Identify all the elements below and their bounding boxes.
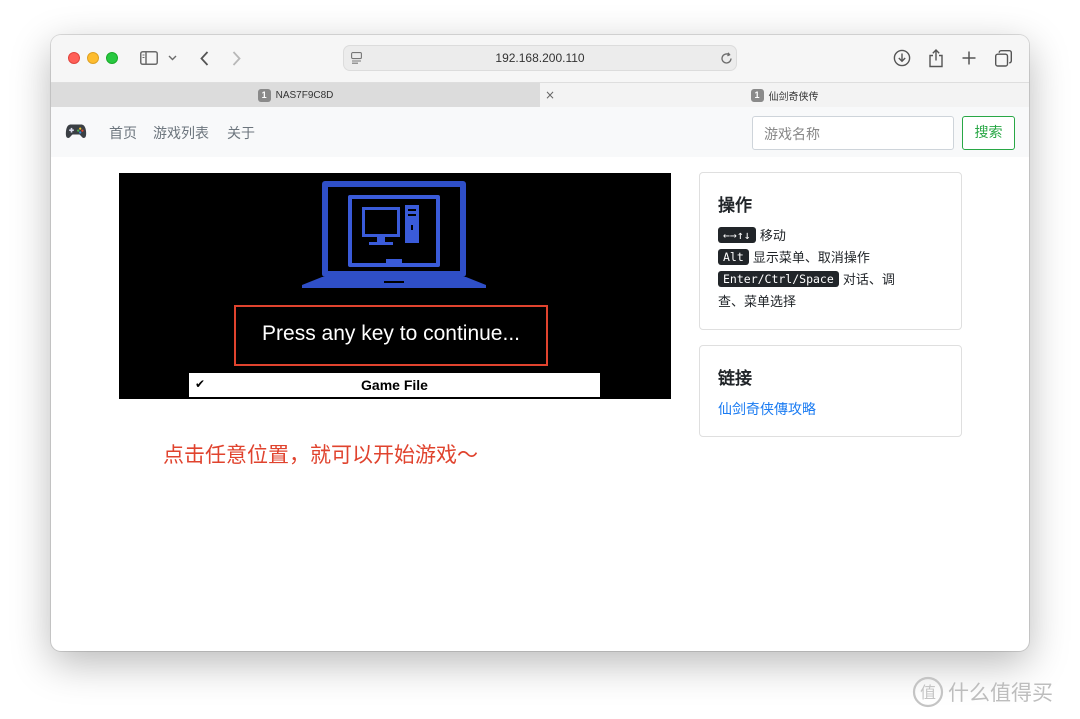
guide-link[interactable]: 仙剑奇侠傳攻略 bbox=[718, 399, 816, 419]
new-tab-icon[interactable] bbox=[959, 47, 979, 69]
control-desc: 显示菜单、取消操作 bbox=[752, 251, 870, 266]
watermark: 值 什么值得买 bbox=[912, 675, 1053, 709]
start-hint-text: 点击任意位置，就可以开始游戏～ bbox=[163, 443, 478, 467]
zoom-window-button[interactable] bbox=[106, 52, 118, 64]
control-desc: 移动 bbox=[759, 229, 786, 244]
close-tab-icon[interactable]: × bbox=[545, 88, 555, 102]
control-desc-continued: 查、菜单选择 bbox=[718, 295, 797, 310]
key-alt: Alt bbox=[718, 249, 749, 265]
watermark-text: 什么值得买 bbox=[948, 681, 1053, 705]
game-canvas[interactable]: Press any key to continue... ✔ Game File bbox=[119, 173, 671, 399]
tab-overview-icon[interactable] bbox=[993, 47, 1013, 69]
computer-illustration-icon bbox=[302, 181, 486, 288]
nav-link-about[interactable]: 关于 bbox=[227, 123, 255, 143]
tab-bar: 1 NAS7F9C8D 1 仙剑奇侠传 × bbox=[51, 82, 1029, 107]
tab-label: 仙剑奇侠传 bbox=[768, 91, 819, 103]
controls-title: 操作 bbox=[718, 196, 752, 216]
control-desc: 对话、调 bbox=[842, 273, 895, 288]
close-window-button[interactable] bbox=[68, 52, 80, 64]
tab-badge: 1 bbox=[257, 88, 271, 102]
gamepad-icon[interactable] bbox=[65, 122, 87, 144]
game-file-label: Game File bbox=[361, 377, 428, 393]
search-button[interactable]: 搜索 bbox=[962, 116, 1015, 150]
svg-text:值: 值 bbox=[920, 683, 936, 702]
control-row: ←→↑↓ 移动 bbox=[718, 225, 786, 244]
screenshot-stage: 192.168.200.110 1 NAS7F9C8D 1 仙剑奇侠传 × 首页… bbox=[0, 0, 1080, 719]
search-input[interactable]: 游戏名称 bbox=[752, 116, 954, 150]
key-arrows: ←→↑↓ bbox=[718, 227, 756, 243]
minimize-window-button[interactable] bbox=[87, 52, 99, 64]
key-enter: Enter/Ctrl/Space bbox=[718, 271, 839, 287]
press-any-key-box[interactable]: Press any key to continue... bbox=[234, 305, 548, 366]
tab-game[interactable]: 1 仙剑奇侠传 bbox=[540, 83, 1029, 107]
tab-badge: 1 bbox=[750, 88, 764, 102]
sidebar-toggle-icon[interactable] bbox=[139, 47, 159, 69]
download-icon[interactable] bbox=[892, 47, 912, 69]
game-file-bar[interactable]: ✔ Game File bbox=[189, 373, 600, 397]
links-card: 链接 仙剑奇侠傳攻略 bbox=[699, 345, 962, 437]
url-text[interactable]: 192.168.200.110 bbox=[344, 51, 736, 65]
chevron-down-icon[interactable] bbox=[166, 47, 178, 69]
reload-icon[interactable] bbox=[719, 51, 733, 65]
site-navbar: 首页 游戏列表 关于 游戏名称 搜索 bbox=[51, 107, 1029, 157]
back-icon[interactable] bbox=[196, 47, 212, 69]
forward-icon[interactable] bbox=[228, 47, 244, 69]
controls-card: 操作 ←→↑↓ 移动 Alt 显示菜单、取消操作 Enter/Ctrl/Spac… bbox=[699, 172, 962, 330]
nav-link-home[interactable]: 首页 bbox=[109, 123, 137, 143]
links-title: 链接 bbox=[718, 369, 752, 389]
control-row: Enter/Ctrl/Space 对话、调 bbox=[718, 269, 895, 288]
address-bar[interactable]: 192.168.200.110 bbox=[343, 45, 737, 71]
press-any-key-text: Press any key to continue... bbox=[262, 322, 520, 345]
tab-nas[interactable]: 1 NAS7F9C8D bbox=[51, 83, 540, 107]
share-icon[interactable] bbox=[926, 47, 946, 69]
control-row: Alt 显示菜单、取消操作 bbox=[718, 247, 870, 266]
nav-link-game-list[interactable]: 游戏列表 bbox=[153, 123, 209, 143]
watermark-logo-icon: 值 bbox=[912, 676, 944, 708]
browser-window: 192.168.200.110 1 NAS7F9C8D 1 仙剑奇侠传 × 首页… bbox=[51, 35, 1029, 651]
browser-toolbar: 192.168.200.110 bbox=[51, 35, 1029, 82]
tab-label: NAS7F9C8D bbox=[275, 89, 334, 101]
